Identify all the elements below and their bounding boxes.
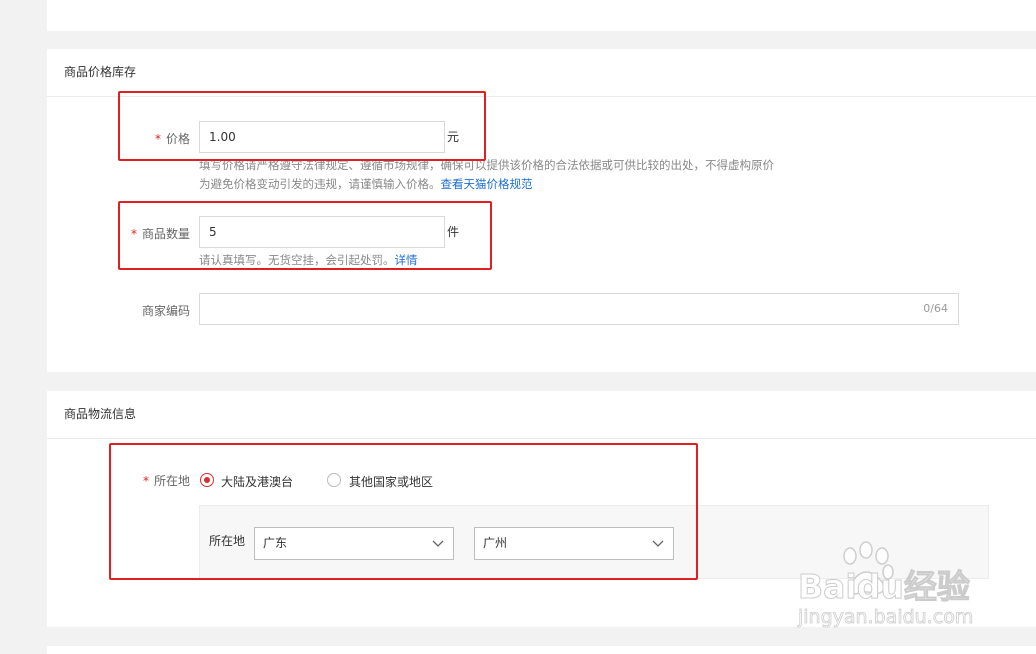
price-help-line2: 为避免价格变动引发的违规，请谨慎输入价格。查看天猫价格规范 xyxy=(199,177,533,191)
section-title: 商品价格库存 xyxy=(47,49,1036,97)
required-mark: * xyxy=(154,132,161,146)
char-counter: 0/64 xyxy=(923,302,948,315)
price-label: * 价格 xyxy=(154,132,190,146)
price-help-line1: 填写价格请严格遵守法律规定、遵循市场规律，确保可以提供该价格的合法依据或可供比较… xyxy=(199,158,774,172)
required-mark: * xyxy=(130,227,137,241)
price-rules-link[interactable]: 查看天猫价格规范 xyxy=(441,177,533,191)
price-stock-section: 商品价格库存 * 价格 1.00 元 填写价格请严格遵守法律规定、遵循市场规律，确… xyxy=(47,49,1036,372)
next-section-card xyxy=(47,646,1036,654)
province-select[interactable]: 广东 xyxy=(254,527,454,560)
previous-section-card xyxy=(47,0,1036,31)
sub-location-label: 所在地 xyxy=(209,534,246,548)
quantity-label: * 商品数量 xyxy=(130,227,190,241)
quantity-input[interactable]: 5 xyxy=(199,216,445,248)
merchant-code-label: 商家编码 xyxy=(141,304,190,318)
radio-selected-icon xyxy=(200,473,214,487)
chevron-down-icon xyxy=(652,540,664,547)
baidu-jingyan-watermark: Baidu经验 jingyan.baidu.com xyxy=(790,540,1010,635)
section-title: 商品物流信息 xyxy=(47,391,1036,439)
price-help: 填写价格请严格遵守法律规定、遵循市场规律，确保可以提供该价格的合法依据或可供比较… xyxy=(199,156,839,194)
chevron-down-icon xyxy=(432,540,444,547)
quantity-help: 请认真填写。无货空挂，会引起处罚。详情 xyxy=(199,253,418,267)
merchant-code-input[interactable]: 0/64 xyxy=(199,293,959,325)
price-unit: 元 xyxy=(447,130,460,144)
quantity-detail-link[interactable]: 详情 xyxy=(395,253,418,267)
location-label: * 所在地 xyxy=(142,474,190,488)
required-mark: * xyxy=(142,474,149,488)
price-input[interactable]: 1.00 xyxy=(199,121,445,153)
watermark-brand: Baidu经验 xyxy=(798,567,971,607)
city-select[interactable]: 广州 xyxy=(474,527,674,560)
watermark-url: jingyan.baidu.com xyxy=(798,606,974,629)
radio-unselected-icon xyxy=(327,473,341,487)
quantity-unit: 件 xyxy=(447,225,460,239)
